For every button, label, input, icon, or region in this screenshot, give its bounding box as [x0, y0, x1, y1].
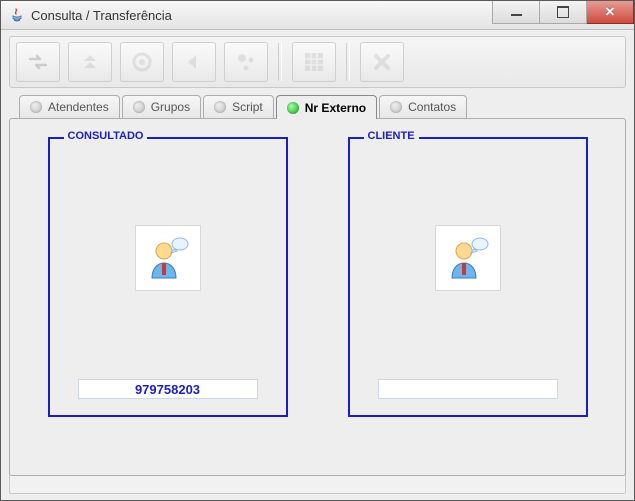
tab-contatos[interactable]: Contatos [379, 95, 467, 118]
tab-grupos[interactable]: Grupos [122, 95, 201, 118]
toolbar-container [1, 30, 634, 92]
cliente-number-input[interactable] [378, 379, 558, 399]
java-icon [9, 7, 25, 23]
toolbar-target-button[interactable] [120, 42, 164, 82]
tab-panel-nr-externo: CONSULTADO CLIENTE [9, 118, 626, 476]
tab-script[interactable]: Script [203, 95, 274, 118]
toolbar-grid-button[interactable] [292, 42, 336, 82]
toolbar-up-button[interactable] [68, 42, 112, 82]
toolbar-separator [346, 43, 350, 81]
consultado-number-input[interactable] [78, 379, 258, 399]
tab-bullet-icon [287, 102, 299, 114]
tab-bullet-icon [133, 101, 145, 113]
cliente-avatar [435, 225, 501, 291]
tab-bullet-icon [390, 101, 402, 113]
minimize-button[interactable] [492, 1, 540, 24]
tab-bullet-icon [214, 101, 226, 113]
tab-label: Grupos [151, 100, 190, 114]
cliente-fieldset: CLIENTE [348, 137, 588, 417]
tab-label: Script [232, 100, 263, 114]
titlebar: Consulta / Transferência ✕ [1, 1, 634, 30]
cliente-legend: CLIENTE [364, 130, 419, 142]
window-title: Consulta / Transferência [31, 8, 492, 23]
tab-bullet-icon [30, 101, 42, 113]
toolbar-back-button[interactable] [172, 42, 216, 82]
app-window: Consulta / Transferência ✕ [0, 0, 635, 501]
tab-label: Contatos [408, 100, 456, 114]
window-controls: ✕ [492, 1, 634, 29]
tab-nr-externo[interactable]: Nr Externo [276, 95, 377, 119]
toolbar-separator [278, 43, 282, 81]
tab-label: Atendentes [48, 100, 109, 114]
toolbar-swap-button[interactable] [16, 42, 60, 82]
toolbar-cancel-button[interactable] [360, 42, 404, 82]
tab-atendentes[interactable]: Atendentes [19, 95, 120, 118]
tab-label: Nr Externo [305, 101, 366, 115]
tabs-area: Atendentes Grupos Script Nr Externo Cont… [9, 94, 626, 476]
close-button[interactable]: ✕ [587, 1, 634, 24]
person-speaking-icon [144, 234, 192, 282]
toolbar-nodes-button[interactable] [224, 42, 268, 82]
person-speaking-icon [444, 234, 492, 282]
consultado-legend: CONSULTADO [64, 130, 148, 142]
tabstrip: Atendentes Grupos Script Nr Externo Cont… [9, 94, 626, 118]
consultado-avatar [135, 225, 201, 291]
toolbar [9, 36, 626, 88]
maximize-button[interactable] [540, 1, 587, 24]
consultado-fieldset: CONSULTADO [48, 137, 288, 417]
